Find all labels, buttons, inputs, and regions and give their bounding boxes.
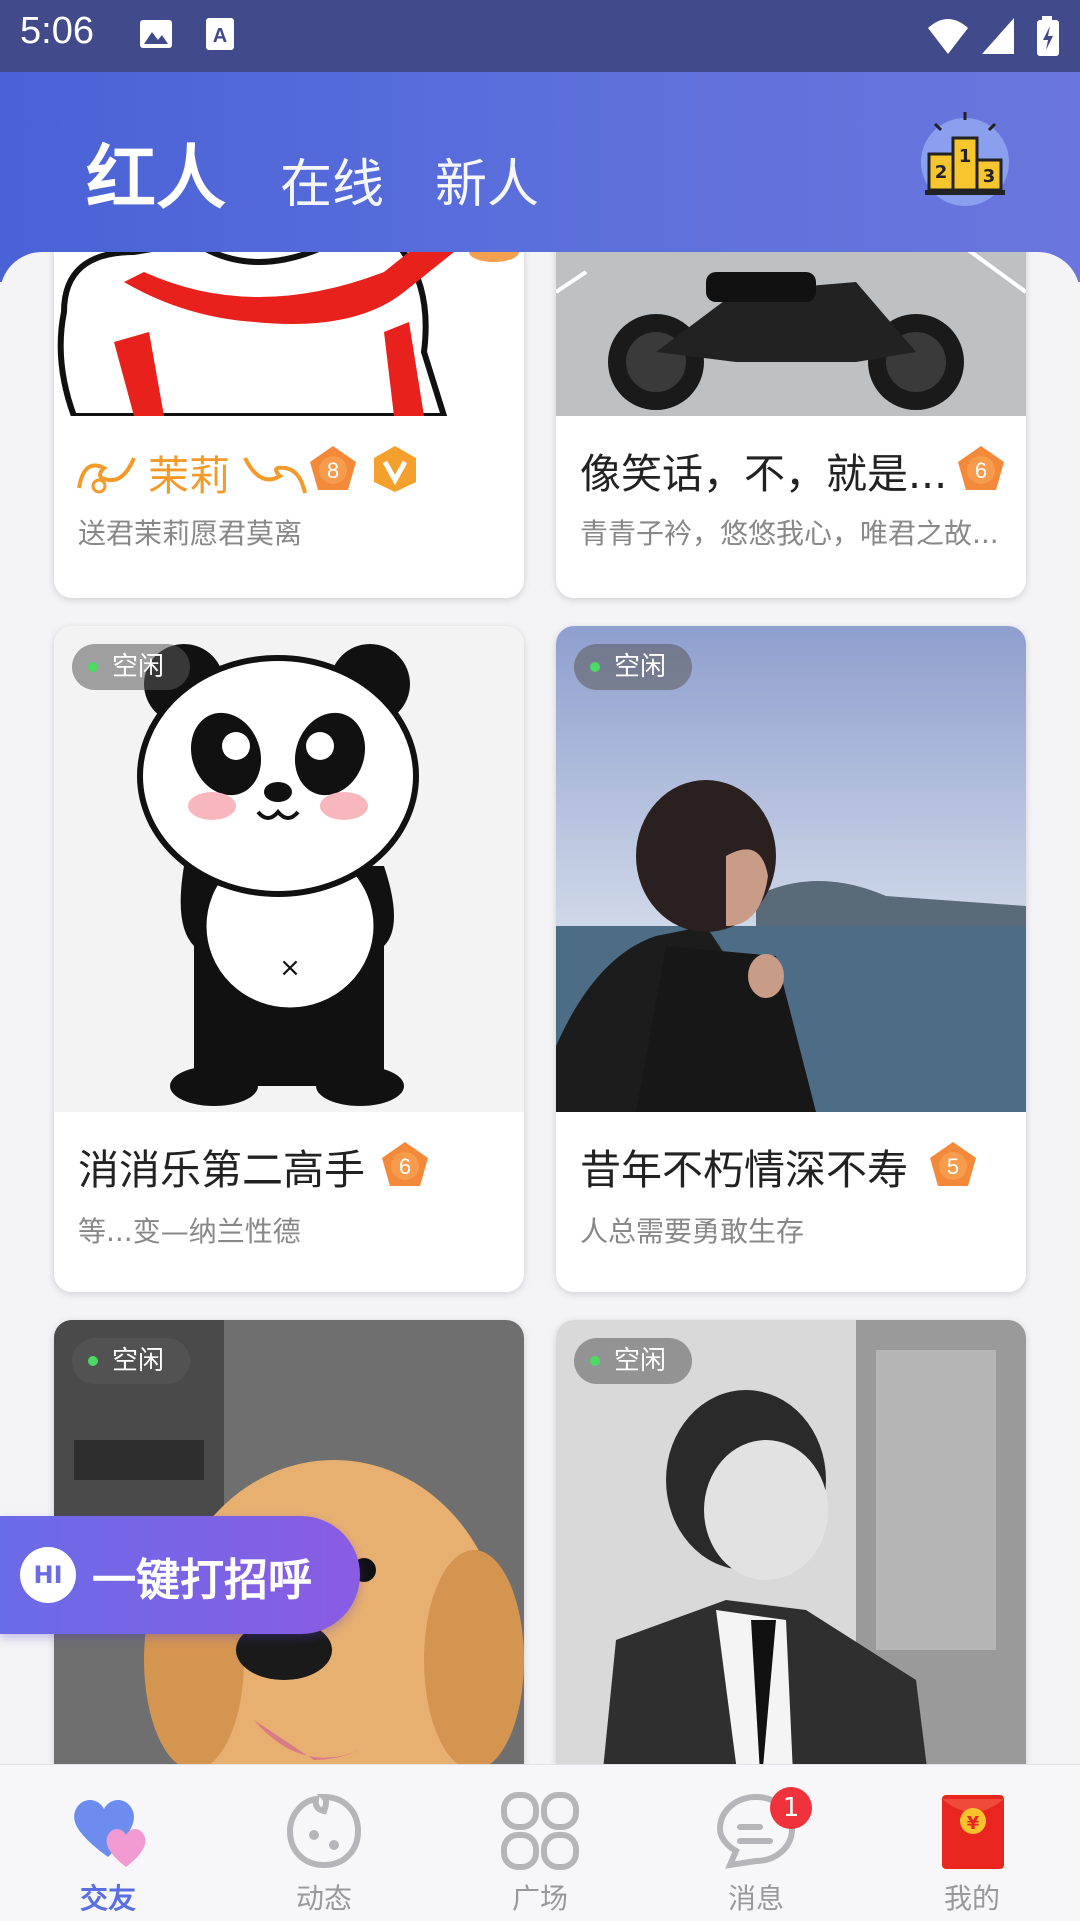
podium-icon: 2 1 3 — [921, 112, 1009, 206]
top-header: 红人 在线 新人 2 1 3 — [0, 72, 1080, 282]
nav-label: 消息 — [727, 1882, 784, 1915]
user-photo — [54, 252, 524, 416]
cookie-face-icon — [286, 1793, 362, 1869]
user-signature: 人总需要勇敢生存 — [580, 1215, 805, 1248]
level-badge-icon: 8 — [310, 446, 356, 490]
status-badge: 空闲 — [574, 1338, 693, 1384]
status-badge: 空闲 — [72, 1338, 191, 1384]
online-dot-icon — [88, 1356, 98, 1366]
user-card[interactable]: × 空闲 消消乐第二高手 6 等...变—纳兰性德 — [54, 626, 524, 1292]
nav-label: 我的 — [943, 1882, 1000, 1915]
nav-label: 广场 — [511, 1882, 568, 1915]
level-badge-icon: 5 — [930, 1142, 976, 1186]
svg-text:5: 5 — [947, 1154, 959, 1179]
user-photo — [556, 626, 1026, 1112]
user-signature: 送君茉莉愿君莫离 — [78, 517, 303, 550]
nav-item-friends[interactable]: 交友 — [0, 1765, 216, 1921]
user-name: 像笑话，不，就是... — [580, 450, 948, 498]
nav-label: 动态 — [295, 1882, 352, 1915]
tab-hot[interactable]: 红人 — [86, 122, 226, 223]
heart-balloons-icon — [74, 1800, 146, 1867]
svg-text:8: 8 — [327, 458, 339, 483]
tab-new[interactable]: 新人 — [435, 142, 539, 217]
level-badge-icon: 6 — [382, 1142, 428, 1186]
leaderboard-button[interactable]: 2 1 3 — [915, 110, 1015, 210]
grid-squares-icon — [501, 1792, 579, 1870]
nav-item-messages[interactable]: 1 消息 — [648, 1765, 864, 1921]
cellular-signal-icon — [982, 18, 1014, 54]
svg-text:¥: ¥ — [967, 1813, 980, 1834]
quick-greet-button[interactable]: HI 一键打招呼 — [0, 1516, 360, 1634]
wifi-icon — [928, 19, 968, 54]
nav-label: 交友 — [79, 1882, 136, 1915]
user-name: 茉莉 — [148, 452, 230, 500]
status-time: 5:06 — [20, 10, 94, 52]
red-envelope-icon: ¥ — [942, 1795, 1004, 1869]
keyboard-notification-icon: A — [206, 18, 234, 50]
online-dot-icon — [590, 662, 600, 672]
unread-badge: 1 — [770, 1787, 812, 1829]
user-photo: × — [54, 626, 524, 1112]
nav-item-profile[interactable]: ¥ 我的 — [864, 1765, 1080, 1921]
svg-text:2: 2 — [935, 162, 948, 183]
verified-v-icon — [374, 446, 416, 492]
user-name: 消消乐第二高手 — [78, 1146, 365, 1194]
nav-item-moments[interactable]: 动态 — [216, 1765, 432, 1921]
svg-text:6: 6 — [975, 458, 987, 483]
user-card[interactable]: 空闲 — [556, 1320, 1026, 1764]
svg-text:3: 3 — [983, 166, 996, 187]
status-badge: 空闲 — [72, 644, 191, 690]
user-card[interactable]: 空闲 昔年不朽情深不寿 5 人总需要勇敢生存 — [556, 626, 1026, 1292]
hi-icon: HI — [20, 1547, 76, 1603]
status-bar: 5:06 A — [0, 0, 1080, 72]
svg-text:A: A — [213, 25, 227, 47]
nav-item-square[interactable]: 广场 — [432, 1765, 648, 1921]
status-badge: 空闲 — [574, 644, 693, 690]
user-name: 昔年不朽情深不寿 — [580, 1146, 908, 1194]
bottom-navigation: 交友 动态 广场 1 消息 ¥ 我的 — [0, 1764, 1080, 1921]
level-badge-icon: 6 — [958, 446, 1004, 490]
svg-text:1: 1 — [959, 146, 972, 167]
user-signature: 青青子衿，悠悠我心，唯君之故... — [580, 517, 999, 550]
name-ornament-right-icon — [243, 457, 307, 494]
name-ornament-left-icon — [77, 457, 136, 494]
user-card[interactable]: 茉莉 8 送君茉莉愿君莫离 — [54, 252, 524, 598]
user-signature: 等...变—纳兰性德 — [78, 1215, 301, 1248]
online-dot-icon — [88, 662, 98, 672]
image-notification-icon — [140, 20, 172, 48]
user-card[interactable]: 像笑话，不，就是... 6 青青子衿，悠悠我心，唯君之故... — [556, 252, 1026, 598]
quick-greet-label: 一键打招呼 — [92, 1555, 312, 1606]
online-dot-icon — [590, 1356, 600, 1366]
battery-icon — [1037, 16, 1059, 56]
user-photo — [556, 1320, 1026, 1764]
svg-text:6: 6 — [399, 1154, 411, 1179]
user-photo — [556, 252, 1026, 416]
tab-online[interactable]: 在线 — [280, 142, 384, 217]
svg-text:×: × — [279, 953, 301, 983]
